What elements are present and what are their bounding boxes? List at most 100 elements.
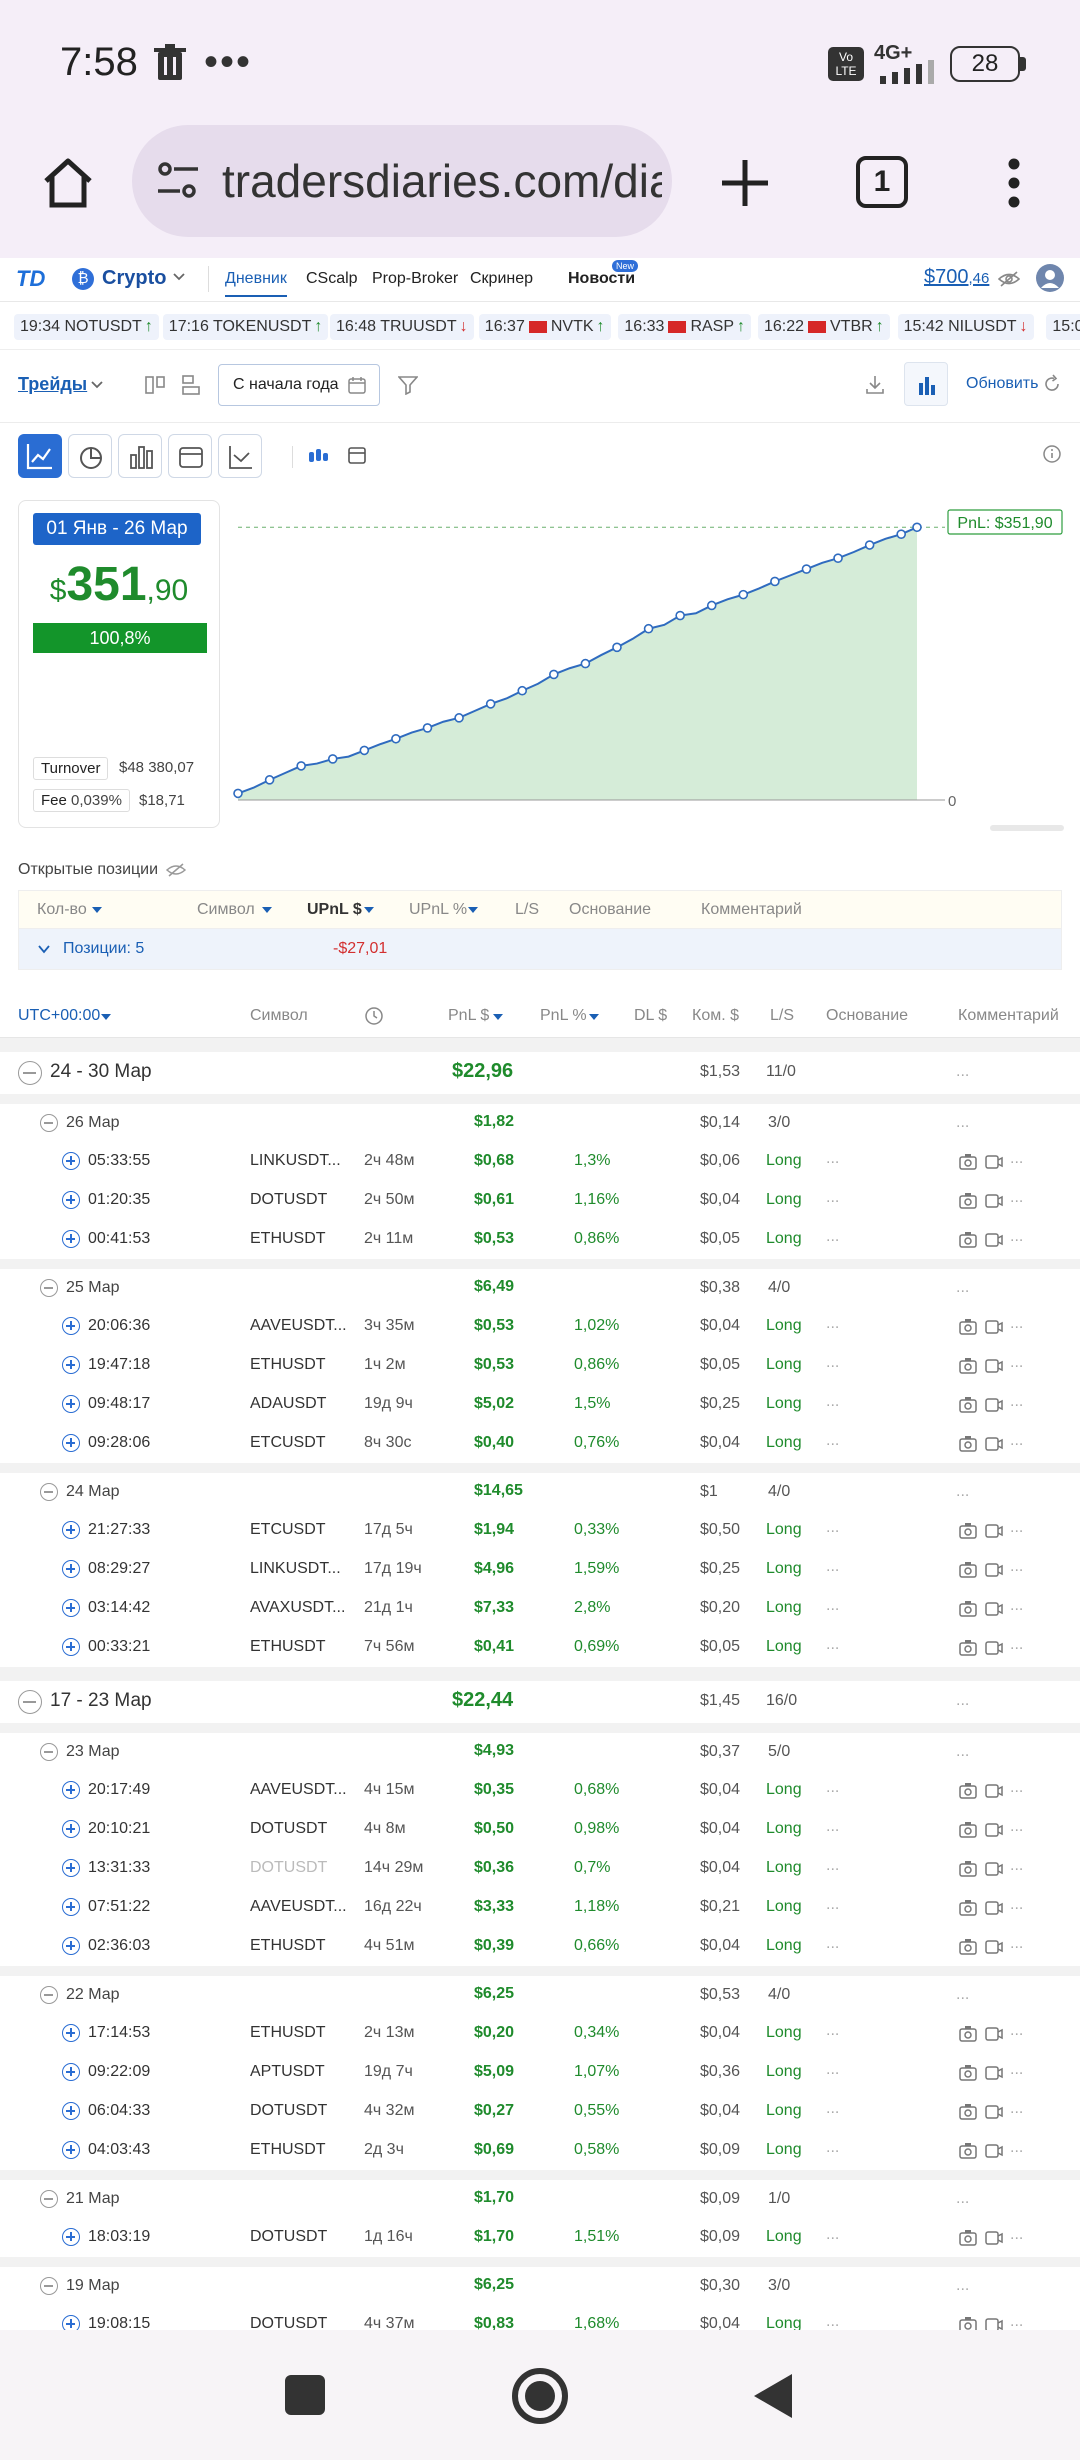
collapse-icon[interactable] bbox=[40, 2277, 58, 2295]
calendar-small-icon[interactable] bbox=[346, 444, 368, 466]
expand-icon[interactable] bbox=[62, 2141, 80, 2159]
expand-icon[interactable] bbox=[62, 1191, 80, 1209]
home-icon[interactable] bbox=[40, 155, 96, 211]
video-icon[interactable] bbox=[984, 1396, 1004, 1414]
expand-icon[interactable] bbox=[62, 2102, 80, 2120]
trade-row[interactable]: 17:14:53 ETHUSDT 2ч 13м $0,20 0,34% $0,04 Long… bbox=[0, 2014, 1080, 2053]
collapse-icon[interactable] bbox=[40, 1279, 58, 1297]
chevron-down-icon[interactable] bbox=[172, 270, 186, 284]
hide-balance-icon[interactable] bbox=[998, 270, 1020, 288]
trade-row[interactable]: 08:29:27 LINKUSDT... 17д 19ч $4,96 1,59% $0,2… bbox=[0, 1550, 1080, 1589]
ticker-item[interactable]: 15:07 1000 bbox=[1046, 314, 1080, 340]
site-settings-icon[interactable] bbox=[156, 159, 200, 203]
col-reason[interactable]: Основание bbox=[569, 901, 651, 919]
period-selector[interactable]: С начала года bbox=[218, 364, 380, 406]
columns-icon[interactable] bbox=[144, 374, 166, 396]
camera-icon[interactable] bbox=[958, 1860, 978, 1878]
nav-prop-broker[interactable]: Prop-Broker bbox=[372, 270, 458, 288]
nav-diary[interactable]: Дневник bbox=[225, 270, 287, 297]
expand-icon[interactable] bbox=[62, 1937, 80, 1955]
video-icon[interactable] bbox=[984, 1782, 1004, 1800]
collapse-icon[interactable] bbox=[40, 2190, 58, 2208]
video-icon[interactable] bbox=[984, 1357, 1004, 1375]
expand-icon[interactable] bbox=[62, 1230, 80, 1248]
filter-icon[interactable] bbox=[398, 375, 418, 395]
chart-scrollbar[interactable] bbox=[990, 825, 1064, 831]
video-icon[interactable] bbox=[984, 1435, 1004, 1453]
url-text[interactable]: tradersdiaries.com/dia bbox=[222, 154, 662, 208]
collapse-icon[interactable] bbox=[40, 1114, 58, 1132]
col-pnl-pct[interactable]: PnL % bbox=[540, 1007, 587, 1025]
trade-row[interactable]: 00:33:21 ETHUSDT 7ч 56м $0,41 0,69% $0,05 Long… bbox=[0, 1628, 1080, 1667]
col-comment[interactable]: Комментарий bbox=[958, 1007, 1059, 1025]
expand-icon[interactable] bbox=[62, 1560, 80, 1578]
ticker-item[interactable]: 16:48 TRUUSDT ↓ bbox=[330, 314, 474, 340]
video-icon[interactable] bbox=[984, 2142, 1004, 2160]
camera-icon[interactable] bbox=[958, 1435, 978, 1453]
video-icon[interactable] bbox=[984, 1600, 1004, 1618]
expand-icon[interactable] bbox=[62, 1820, 80, 1838]
positions-summary-row[interactable]: Позиции: 5 -$27,01 bbox=[19, 929, 1061, 969]
avatar[interactable] bbox=[1036, 264, 1064, 292]
week-row[interactable]: 17 - 23 Мар $22,44 $1,45 16/0... bbox=[0, 1681, 1080, 1723]
ticker-item[interactable]: 16:33 RASP ↑ bbox=[618, 314, 752, 340]
trade-row[interactable]: 09:48:17 ADAUSDT 19д 9ч $5,02 1,5% $0,25 Long.… bbox=[0, 1385, 1080, 1424]
chart-toggle-button[interactable] bbox=[904, 362, 948, 406]
col-upnl[interactable]: UPnL $ bbox=[307, 901, 362, 919]
trade-row[interactable]: 20:06:36 AAVEUSDT... 3ч 35м $0,53 1,02% $0,04… bbox=[0, 1307, 1080, 1346]
camera-icon[interactable] bbox=[958, 1231, 978, 1249]
expand-icon[interactable] bbox=[62, 1638, 80, 1656]
col-symbol[interactable]: Символ bbox=[250, 1007, 308, 1025]
camera-icon[interactable] bbox=[958, 2229, 978, 2247]
candles-icon[interactable] bbox=[306, 444, 330, 468]
collapse-icon[interactable] bbox=[40, 1483, 58, 1501]
col-commission[interactable]: Ком. $ bbox=[692, 1007, 739, 1025]
trade-row[interactable]: 02:36:03 ETHUSDT 4ч 51м $0,39 0,66% $0,04 Long… bbox=[0, 1927, 1080, 1966]
col-ls[interactable]: L/S bbox=[770, 1007, 794, 1025]
nav-cscalp[interactable]: CScalp bbox=[306, 270, 358, 288]
balance[interactable]: $700,46 bbox=[924, 266, 989, 289]
video-icon[interactable] bbox=[984, 2064, 1004, 2082]
day-row[interactable]: 25 Мар $6,49 $0,38 4/0... bbox=[0, 1269, 1080, 1307]
nav-news[interactable]: Новости bbox=[568, 270, 635, 288]
market-selector[interactable]: Crypto bbox=[102, 267, 166, 290]
collapse-icon[interactable] bbox=[18, 1690, 42, 1714]
browser-menu-icon[interactable] bbox=[1004, 158, 1024, 208]
trade-row[interactable]: 19:47:18 ETHUSDT 1ч 2м $0,53 0,86% $0,05 Long.… bbox=[0, 1346, 1080, 1385]
drawdown-chart-tab[interactable] bbox=[218, 434, 262, 478]
calendar-chart-tab[interactable] bbox=[168, 434, 212, 478]
day-row[interactable]: 26 Мар $1,82 $0,14 3/0... bbox=[0, 1104, 1080, 1142]
pie-chart-tab[interactable] bbox=[68, 434, 112, 478]
day-row[interactable]: 22 Мар $6,25 $0,53 4/0... bbox=[0, 1976, 1080, 2014]
video-icon[interactable] bbox=[984, 1231, 1004, 1249]
camera-icon[interactable] bbox=[958, 1561, 978, 1579]
collapse-icon[interactable] bbox=[40, 1986, 58, 2004]
video-icon[interactable] bbox=[984, 1899, 1004, 1917]
trade-row[interactable]: 09:22:09 APTUSDT 19д 7ч $5,09 1,07% $0,36 Long… bbox=[0, 2053, 1080, 2092]
refresh-icon[interactable] bbox=[1042, 374, 1062, 394]
col-symbol[interactable]: Символ bbox=[197, 901, 255, 919]
bar-chart-tab[interactable] bbox=[118, 434, 162, 478]
expand-icon[interactable] bbox=[62, 2024, 80, 2042]
camera-icon[interactable] bbox=[958, 1192, 978, 1210]
col-comment[interactable]: Комментарий bbox=[701, 901, 802, 919]
camera-icon[interactable] bbox=[958, 1153, 978, 1171]
refresh-button[interactable]: Обновить bbox=[966, 375, 1038, 393]
day-row[interactable]: 24 Мар $14,65 $1 4/0... bbox=[0, 1473, 1080, 1511]
col-reason[interactable]: Основание bbox=[826, 1007, 908, 1025]
camera-icon[interactable] bbox=[958, 1899, 978, 1917]
trade-row[interactable]: 01:20:35 DOTUSDT 2ч 50м $0,61 1,16% $0,04 Long… bbox=[0, 1181, 1080, 1220]
trade-row[interactable]: 05:33:55 LINKUSDT... 2ч 48м $0,68 1,3% $0,06 L… bbox=[0, 1142, 1080, 1181]
home-button[interactable] bbox=[512, 2368, 568, 2424]
camera-icon[interactable] bbox=[958, 1782, 978, 1800]
expand-icon[interactable] bbox=[62, 2063, 80, 2081]
day-row[interactable]: 23 Мар $4,93 $0,37 5/0... bbox=[0, 1733, 1080, 1771]
camera-icon[interactable] bbox=[958, 2103, 978, 2121]
expand-icon[interactable] bbox=[62, 1152, 80, 1170]
ticker-item[interactable]: 15:42 NILUSDT ↓ bbox=[897, 314, 1034, 340]
expand-icon[interactable] bbox=[62, 1395, 80, 1413]
camera-icon[interactable] bbox=[958, 1318, 978, 1336]
camera-icon[interactable] bbox=[958, 2142, 978, 2160]
camera-icon[interactable] bbox=[958, 1396, 978, 1414]
day-row[interactable]: 19 Мар $6,25 $0,30 3/0... bbox=[0, 2267, 1080, 2305]
